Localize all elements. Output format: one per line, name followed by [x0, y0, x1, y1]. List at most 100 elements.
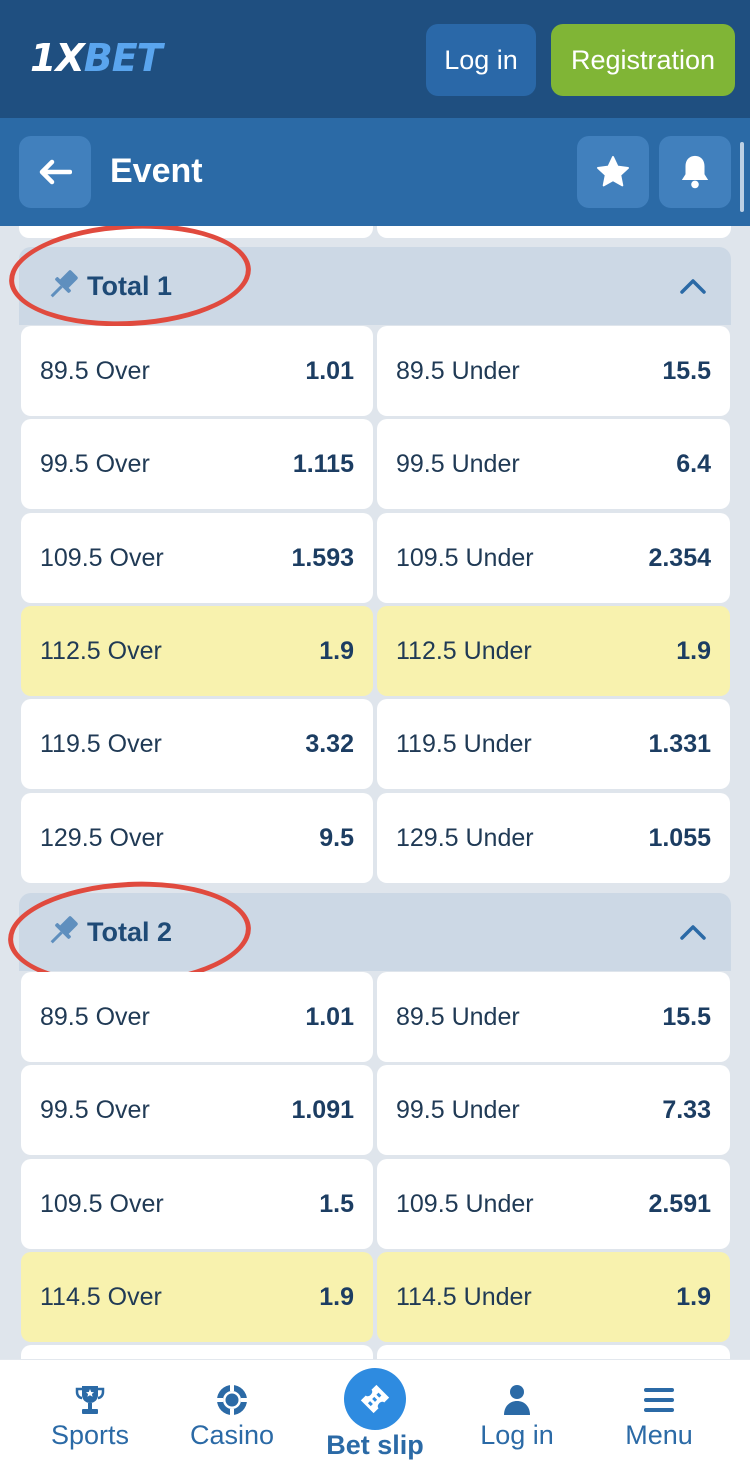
- odds-label: 114.5 Over: [40, 1282, 162, 1311]
- nav-sports[interactable]: Sports: [15, 1360, 165, 1467]
- odds-label: 109.5 Over: [40, 1189, 164, 1218]
- odds-label: 119.5 Under: [396, 729, 532, 758]
- casino-chip-icon: [217, 1385, 247, 1415]
- user-icon: [504, 1385, 530, 1415]
- odds-label: 99.5 Over: [40, 449, 150, 478]
- odds-cell-over[interactable]: 89.5 Over 1.01: [21, 326, 373, 416]
- chevron-up-icon[interactable]: [679, 921, 707, 943]
- star-icon: [597, 156, 629, 187]
- odds-value: 1.01: [305, 1002, 354, 1031]
- odds-cell-under[interactable]: 119.5 Under 1.331: [377, 699, 730, 789]
- back-arrow-icon: [39, 159, 72, 185]
- odds-cell-over[interactable]: 109.5 Over 1.593: [21, 513, 373, 603]
- pin-icon[interactable]: [43, 265, 83, 305]
- odds-value: 1.091: [291, 1095, 354, 1124]
- odds-label: 109.5 Under: [396, 1189, 534, 1218]
- odds-value: 7.33: [662, 1095, 711, 1124]
- odds-cell-partial[interactable]: [377, 1345, 730, 1359]
- odds-value: 15.5: [662, 356, 711, 385]
- odds-cell-under[interactable]: 114.5 Under 1.9: [377, 1252, 730, 1342]
- top-bar: 1XBET Log in Registration: [0, 0, 750, 118]
- odds-value: 1.593: [291, 543, 354, 572]
- market-group-header[interactable]: Total 2: [19, 893, 731, 971]
- odds-label: 114.5 Under: [396, 1282, 532, 1311]
- odds-value: 1.055: [648, 823, 711, 852]
- bottom-navigation: Sports Casino Bet slip Log in Menu: [0, 1359, 750, 1467]
- previous-odds-cell[interactable]: [19, 226, 373, 238]
- odds-value: 1.331: [648, 729, 711, 758]
- market-group-title: Total 2: [87, 917, 173, 947]
- ticket-icon: [360, 1384, 390, 1414]
- odds-label: 89.5 Under: [396, 356, 520, 385]
- previous-odds-cell[interactable]: [377, 226, 731, 238]
- notifications-button[interactable]: [659, 136, 731, 208]
- odds-cell-under[interactable]: 89.5 Under 15.5: [377, 326, 730, 416]
- odds-cell-over[interactable]: 114.5 Over 1.9: [21, 1252, 373, 1342]
- nav-label: Casino: [189, 1420, 275, 1450]
- registration-button[interactable]: Registration: [551, 24, 735, 96]
- markets-list: Total 1 89.5 Over 1.01 89.5 Under 15.5 99.5 …: [0, 226, 750, 1359]
- odds-value: 15.5: [662, 1002, 711, 1031]
- odds-cell-over[interactable]: 109.5 Over 1.5: [21, 1159, 373, 1249]
- odds-cell-over[interactable]: 99.5 Over 1.115: [21, 419, 373, 509]
- odds-label: 89.5 Over: [40, 1002, 150, 1031]
- odds-value: 1.9: [676, 636, 711, 665]
- odds-label: 112.5 Over: [40, 636, 162, 665]
- odds-value: 3.32: [305, 729, 354, 758]
- odds-value: 1.01: [305, 356, 354, 385]
- odds-value: 2.354: [648, 543, 711, 572]
- odds-value: 2.591: [648, 1189, 711, 1218]
- odds-value: 1.9: [676, 1282, 711, 1311]
- odds-label: 129.5 Under: [396, 823, 534, 852]
- odds-cell-over[interactable]: 119.5 Over 3.32: [21, 699, 373, 789]
- odds-label: 109.5 Under: [396, 543, 534, 572]
- odds-cell-over[interactable]: 112.5 Over 1.9: [21, 606, 373, 696]
- trophy-icon: [75, 1386, 105, 1414]
- odds-cell-under[interactable]: 99.5 Under 7.33: [377, 1065, 730, 1155]
- odds-cell-under[interactable]: 89.5 Under 15.5: [377, 972, 730, 1062]
- odds-value: 1.5: [319, 1189, 354, 1218]
- pin-icon[interactable]: [43, 911, 83, 951]
- nav-menu[interactable]: Menu: [584, 1360, 734, 1467]
- odds-cell-over[interactable]: 129.5 Over 9.5: [21, 793, 373, 883]
- odds-label: 89.5 Over: [40, 356, 150, 385]
- bell-icon: [681, 155, 709, 189]
- nav-login[interactable]: Log in: [442, 1360, 592, 1467]
- odds-cell-under[interactable]: 112.5 Under 1.9: [377, 606, 730, 696]
- odds-cell-under[interactable]: 129.5 Under 1.055: [377, 793, 730, 883]
- nav-bet-slip[interactable]: Bet slip: [300, 1360, 450, 1467]
- chevron-up-icon[interactable]: [679, 275, 707, 297]
- odds-value: 9.5: [319, 823, 354, 852]
- nav-label: Log in: [480, 1420, 554, 1450]
- odds-label: 129.5 Over: [40, 823, 164, 852]
- odds-cell-partial[interactable]: [21, 1345, 373, 1359]
- hamburger-icon: [644, 1388, 674, 1412]
- odds-value: 1.9: [319, 636, 354, 665]
- brand-logo[interactable]: 1XBET: [30, 36, 163, 80]
- back-button[interactable]: [19, 136, 91, 208]
- odds-label: 119.5 Over: [40, 729, 162, 758]
- odds-label: 99.5 Under: [396, 449, 520, 478]
- nav-label: Sports: [50, 1420, 130, 1450]
- market-group-title: Total 1: [87, 271, 173, 301]
- nav-label: Bet slip: [326, 1430, 424, 1460]
- odds-label: 89.5 Under: [396, 1002, 520, 1031]
- odds-value: 6.4: [676, 449, 711, 478]
- login-button[interactable]: Log in: [426, 24, 536, 96]
- scrollbar[interactable]: [740, 142, 744, 212]
- odds-label: 109.5 Over: [40, 543, 164, 572]
- odds-label: 99.5 Over: [40, 1095, 150, 1124]
- event-bar: Event: [0, 118, 750, 226]
- nav-label: Menu: [625, 1420, 693, 1450]
- bet-slip-badge: [344, 1368, 406, 1430]
- nav-casino[interactable]: Casino: [157, 1360, 307, 1467]
- odds-value: 1.9: [319, 1282, 354, 1311]
- odds-cell-over[interactable]: 89.5 Over 1.01: [21, 972, 373, 1062]
- market-group-header[interactable]: Total 1: [19, 247, 731, 325]
- odds-cell-under[interactable]: 109.5 Under 2.591: [377, 1159, 730, 1249]
- odds-label: 112.5 Under: [396, 636, 532, 665]
- odds-cell-over[interactable]: 99.5 Over 1.091: [21, 1065, 373, 1155]
- odds-cell-under[interactable]: 99.5 Under 6.4: [377, 419, 730, 509]
- odds-cell-under[interactable]: 109.5 Under 2.354: [377, 513, 730, 603]
- favorite-button[interactable]: [577, 136, 649, 208]
